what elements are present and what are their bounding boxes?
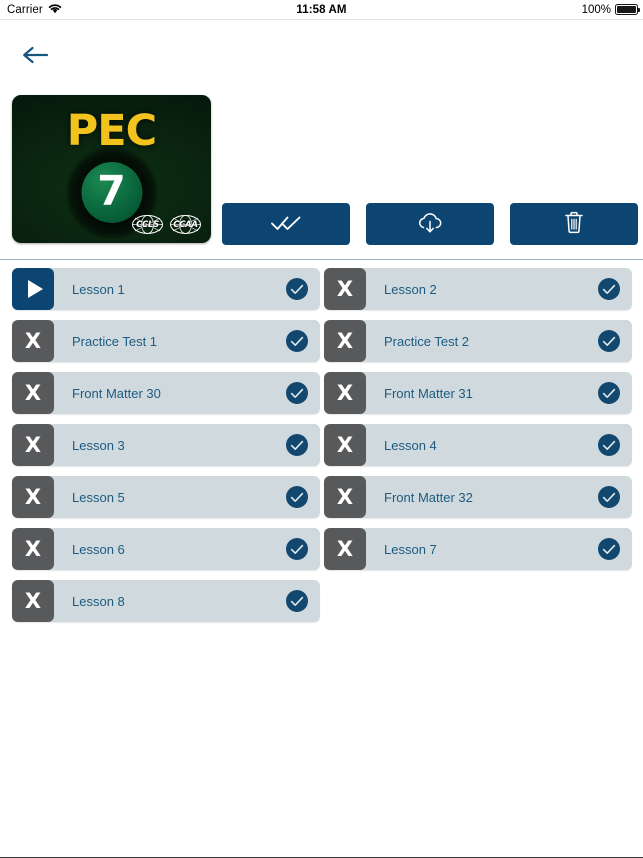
status-bar: Carrier 11:58 AM 100%	[0, 0, 643, 20]
arrow-left-icon	[22, 45, 49, 70]
lesson-row-label: Lesson 6	[72, 541, 125, 557]
lesson-row[interactable]: X Practice Test 1	[12, 320, 320, 362]
lesson-row-label: Lesson 1	[72, 281, 125, 297]
not-downloaded-x-icon[interactable]: X	[12, 372, 54, 414]
download-button[interactable]	[366, 203, 494, 245]
lesson-row[interactable]: X Lesson 2	[324, 268, 632, 310]
not-downloaded-x-icon[interactable]: X	[324, 528, 366, 570]
x-glyph: X	[336, 328, 354, 353]
lesson-list-right-column: X Lesson 2 X Practice Test 2 X Front Matter 3…	[324, 268, 632, 580]
battery-percent-label: 100%	[581, 3, 611, 16]
header-divider	[0, 259, 643, 260]
book-cover-number: 7	[97, 167, 126, 215]
lesson-row[interactable]: X Lesson 6	[12, 528, 320, 570]
not-downloaded-x-icon[interactable]: X	[12, 476, 54, 518]
lesson-row[interactable]: X Lesson 8	[12, 580, 320, 622]
x-glyph: X	[24, 432, 42, 457]
x-glyph: X	[24, 536, 42, 561]
not-downloaded-x-icon[interactable]: X	[324, 476, 366, 518]
lesson-row[interactable]: X Front Matter 31	[324, 372, 632, 414]
book-cover[interactable]: PEC 7 CCLS CCAA	[12, 95, 211, 243]
double-check-icon	[270, 214, 302, 235]
lesson-row-check-icon[interactable]	[286, 382, 308, 404]
status-bar-right: 100%	[581, 3, 640, 16]
ccls-label: CCLS	[136, 219, 159, 230]
not-downloaded-x-icon[interactable]: X	[12, 320, 54, 362]
clock-label: 11:58 AM	[296, 3, 347, 16]
not-downloaded-x-icon[interactable]: X	[12, 528, 54, 570]
lesson-row[interactable]: X Lesson 4	[324, 424, 632, 466]
action-toolbar	[222, 203, 638, 245]
lesson-row-check-icon[interactable]	[598, 434, 620, 456]
lesson-row-check-icon[interactable]	[286, 434, 308, 456]
play-icon[interactable]	[12, 268, 54, 310]
lesson-row-check-icon[interactable]	[598, 278, 620, 300]
lesson-row[interactable]: X Practice Test 2	[324, 320, 632, 362]
lesson-row-check-icon[interactable]	[286, 330, 308, 352]
x-glyph: X	[24, 588, 42, 613]
lesson-row[interactable]: X Front Matter 32	[324, 476, 632, 518]
x-glyph: X	[24, 484, 42, 509]
play-triangle	[27, 280, 43, 298]
lesson-row-label: Lesson 3	[72, 437, 125, 453]
lesson-row-label: Lesson 8	[72, 593, 125, 609]
app-root: Carrier 11:58 AM 100% PEC 7 CCLS CCAA Le…	[0, 0, 643, 858]
ccaa-globe-icon: CCAA	[169, 214, 202, 235]
not-downloaded-x-icon[interactable]: X	[12, 424, 54, 466]
x-glyph: X	[24, 328, 42, 353]
x-glyph: X	[24, 380, 42, 405]
battery-full-icon	[615, 4, 640, 15]
lesson-row-label: Lesson 2	[384, 281, 437, 297]
lesson-row-check-icon[interactable]	[598, 486, 620, 508]
trash-icon	[564, 211, 584, 237]
lesson-row[interactable]: X Lesson 5	[12, 476, 320, 518]
lesson-row-label: Lesson 7	[384, 541, 437, 557]
select-all-button[interactable]	[222, 203, 350, 245]
lesson-list: Lesson 1 X Practice Test 1 X Front Matter 30…	[0, 268, 643, 648]
delete-button[interactable]	[510, 203, 638, 245]
cloud-download-icon	[417, 212, 443, 237]
lesson-row-label: Front Matter 30	[72, 385, 161, 401]
lesson-row-label: Practice Test 2	[384, 333, 470, 349]
lesson-row[interactable]: X Lesson 7	[324, 528, 632, 570]
x-glyph: X	[336, 432, 354, 457]
x-glyph: X	[336, 380, 354, 405]
back-button[interactable]	[15, 40, 55, 74]
lesson-row-label: Front Matter 31	[384, 385, 473, 401]
lesson-row-check-icon[interactable]	[286, 538, 308, 560]
lesson-list-left-column: Lesson 1 X Practice Test 1 X Front Matter 30…	[12, 268, 320, 632]
x-glyph: X	[336, 276, 354, 301]
lesson-row[interactable]: X Front Matter 30	[12, 372, 320, 414]
not-downloaded-x-icon[interactable]: X	[324, 372, 366, 414]
lesson-row-check-icon[interactable]	[598, 330, 620, 352]
not-downloaded-x-icon[interactable]: X	[324, 320, 366, 362]
not-downloaded-x-icon[interactable]: X	[12, 580, 54, 622]
x-glyph: X	[336, 484, 354, 509]
not-downloaded-x-icon[interactable]: X	[324, 268, 366, 310]
nav-bar	[0, 20, 643, 92]
lesson-row[interactable]: Lesson 1	[12, 268, 320, 310]
lesson-row-check-icon[interactable]	[286, 590, 308, 612]
lesson-row-label: Practice Test 1	[72, 333, 158, 349]
lesson-row-check-icon[interactable]	[598, 538, 620, 560]
lesson-row-label: Front Matter 32	[384, 489, 473, 505]
lesson-row[interactable]: X Lesson 3	[12, 424, 320, 466]
ccaa-label: CCAA	[173, 219, 198, 230]
not-downloaded-x-icon[interactable]: X	[324, 424, 366, 466]
lesson-row-check-icon[interactable]	[286, 278, 308, 300]
book-header: PEC 7 CCLS CCAA	[0, 92, 643, 259]
lesson-row-label: Lesson 5	[72, 489, 125, 505]
ccls-globe-icon: CCLS	[131, 214, 164, 235]
lesson-row-check-icon[interactable]	[286, 486, 308, 508]
lesson-row-check-icon[interactable]	[598, 382, 620, 404]
x-glyph: X	[336, 536, 354, 561]
book-cover-logos: CCLS CCAA	[131, 214, 202, 235]
lesson-row-label: Lesson 4	[384, 437, 437, 453]
